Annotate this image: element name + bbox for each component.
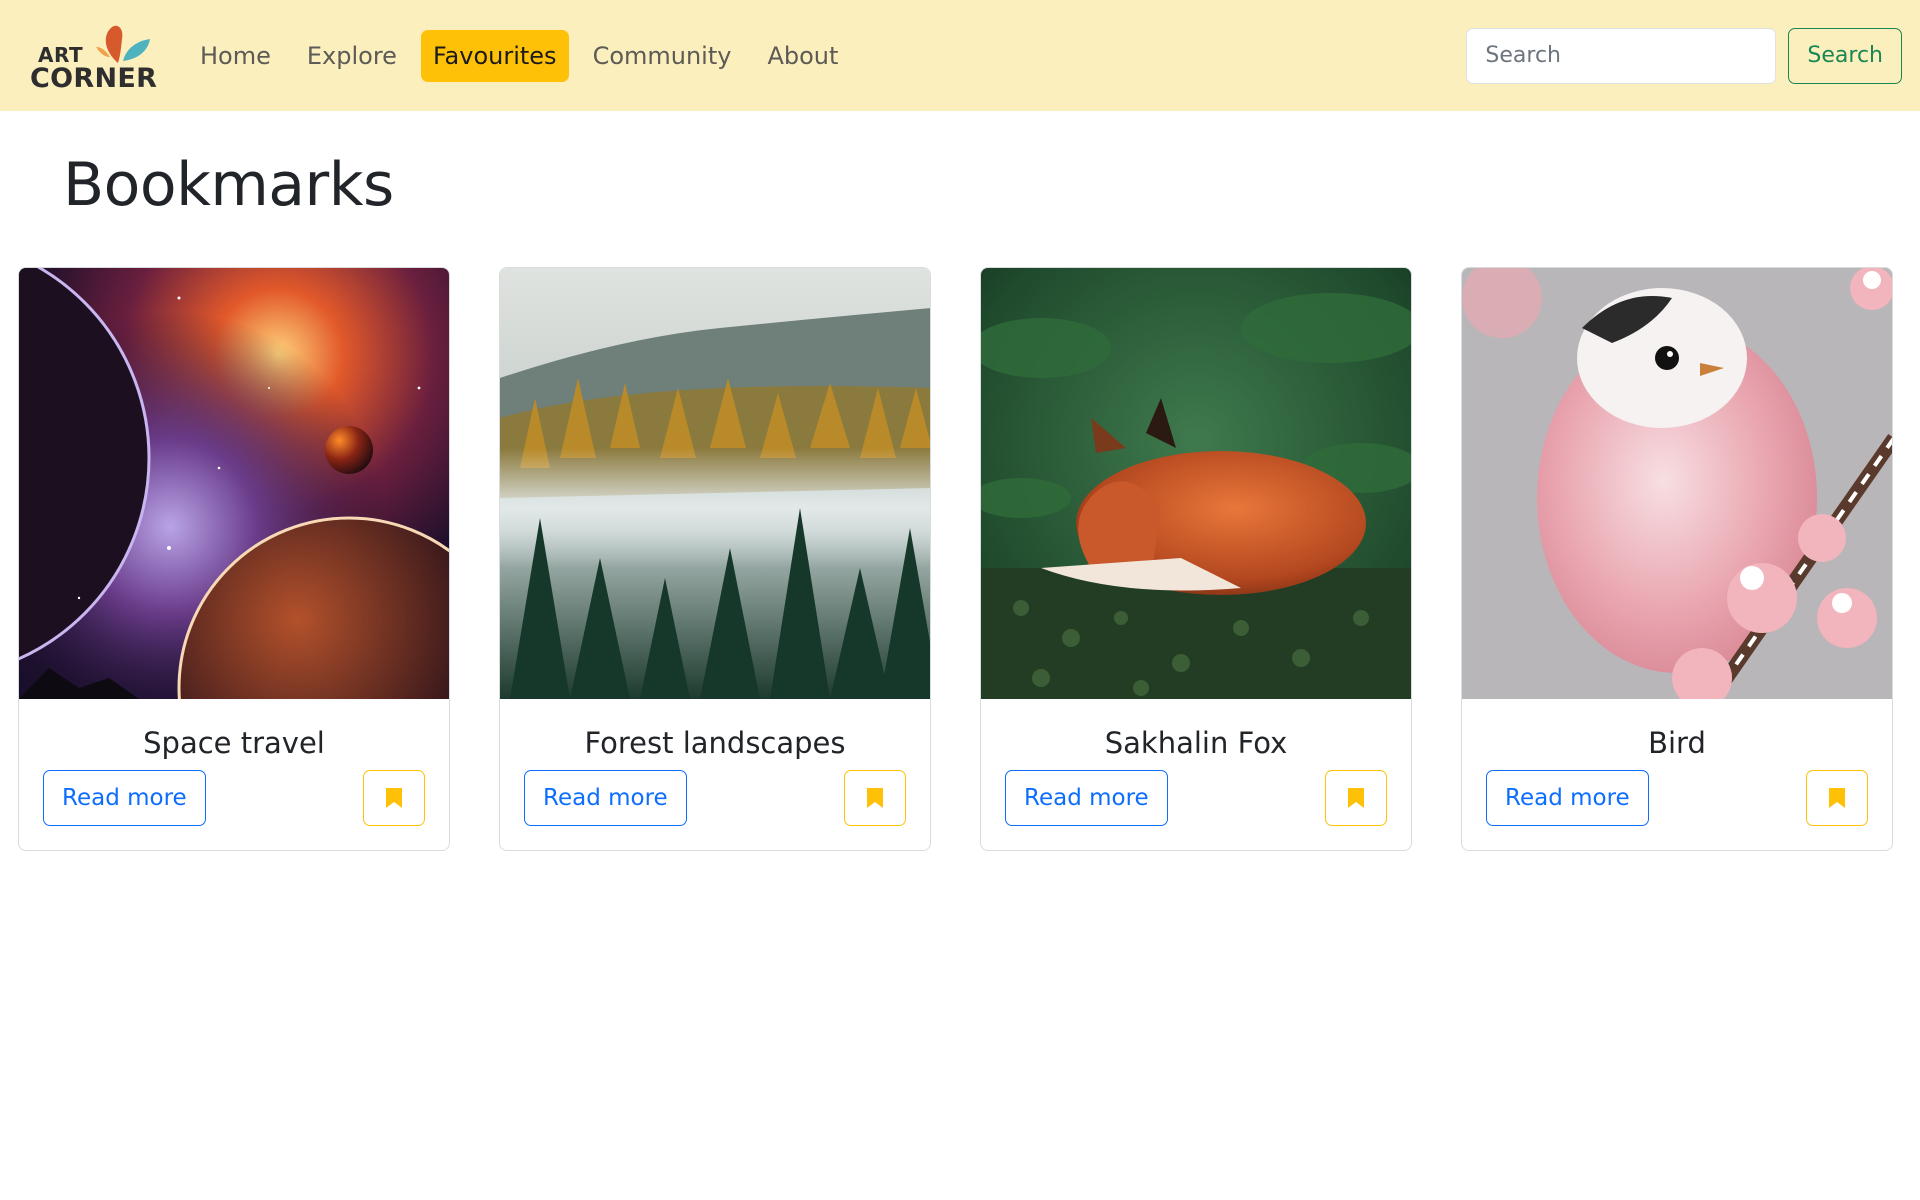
search-form: Search [1466,27,1902,84]
logo-text-corner: CORNER [30,62,158,94]
top-navbar: ART CORNER Home Explore Favourites Commu… [0,0,1920,111]
nav-community[interactable]: Community [581,30,744,82]
main-nav: Home Explore Favourites Community About [188,29,850,82]
card-title: Bird [1648,726,1706,760]
bookmark-card: Bird Read more [1461,267,1893,851]
nav-favourites[interactable]: Favourites [420,29,569,82]
read-more-button[interactable]: Read more [1005,770,1168,826]
logo-petals-icon [96,25,150,63]
bookmark-button[interactable] [1806,770,1868,826]
bookmark-filled-icon [1348,788,1364,808]
bookmark-card: Space travel Read more [18,267,450,851]
bookmark-card: Sakhalin Fox Read more [980,267,1412,851]
read-more-button[interactable]: Read more [43,770,206,826]
bookmark-filled-icon [1829,788,1845,808]
card-title: Forest landscapes [584,726,846,760]
search-input[interactable] [1466,27,1777,84]
bookmark-cards: Space travel Read more Forest landscapes… [18,267,1893,851]
bookmark-button[interactable] [363,770,425,826]
bookmark-button[interactable] [844,770,906,826]
nav-home[interactable]: Home [188,30,283,82]
card-title: Space travel [143,726,325,760]
nav-about[interactable]: About [755,30,850,82]
bookmark-filled-icon [867,788,883,808]
misty-forest-image[interactable] [500,268,930,699]
bookmark-button[interactable] [1325,770,1387,826]
page-title: Bookmarks [63,150,394,220]
nav-explore[interactable]: Explore [295,30,409,82]
bookmark-card: Forest landscapes Read more [499,267,931,851]
search-button[interactable]: Search [1788,27,1902,84]
space-planets-image[interactable] [19,268,449,699]
bookmark-filled-icon [386,788,402,808]
read-more-button[interactable]: Read more [1486,770,1649,826]
read-more-button[interactable]: Read more [524,770,687,826]
pink-bird-image[interactable] [1462,268,1892,699]
card-title: Sakhalin Fox [1104,726,1288,760]
art-corner-logo[interactable]: ART CORNER [30,21,157,94]
sleeping-fox-image[interactable] [981,268,1411,699]
